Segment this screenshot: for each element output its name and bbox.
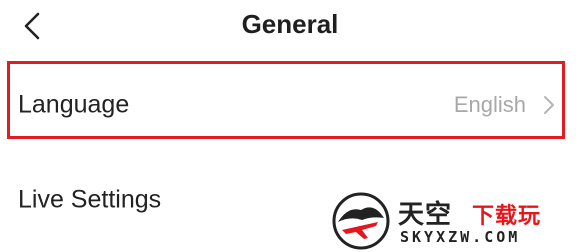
back-button[interactable] [12,6,52,46]
language-setting-row[interactable]: Language English [0,67,580,143]
chevron-left-icon [24,12,40,40]
top-bar: General [0,0,580,52]
chevron-right-icon [544,96,554,114]
language-label: Language [18,90,130,119]
live-settings-label: Live Settings [18,185,162,214]
settings-screen: General Language English Live Settings 天… [0,0,580,252]
page-title: General [241,9,339,39]
live-settings-row[interactable]: Live Settings [0,162,580,238]
language-value: English [453,92,526,117]
